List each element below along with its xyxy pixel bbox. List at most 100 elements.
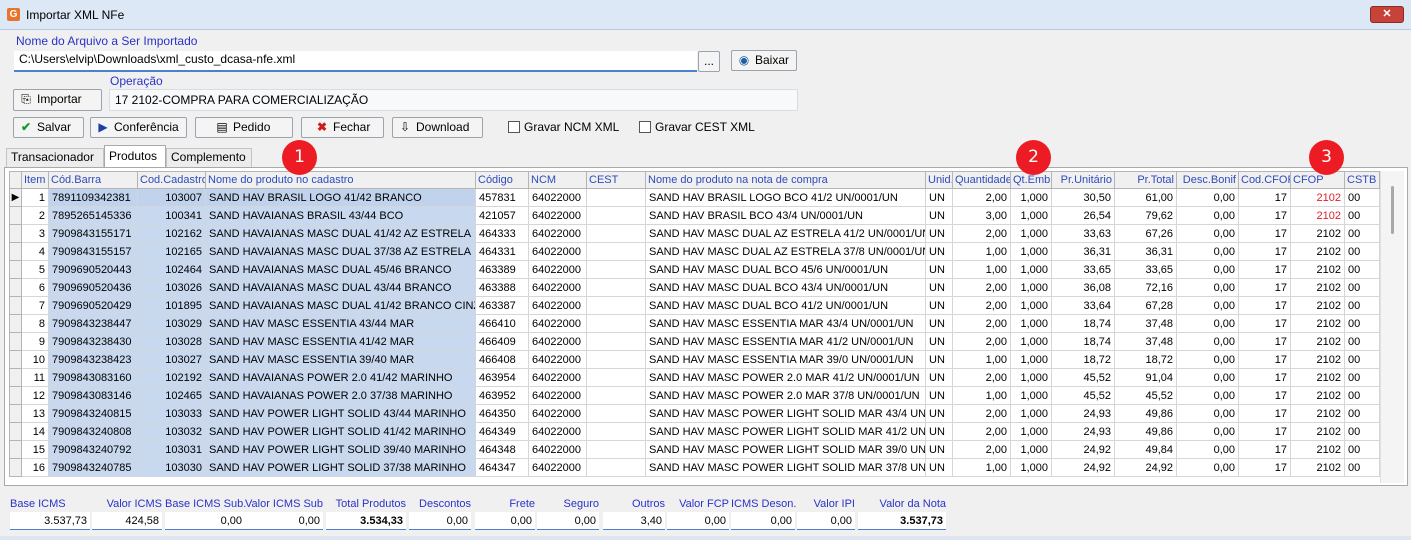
table-cell[interactable]: 6	[21, 278, 49, 297]
table-cell[interactable]: 26,54	[1051, 206, 1115, 225]
table-cell[interactable]: 33,65	[1051, 260, 1115, 279]
total-value-field[interactable]: 0,00	[537, 512, 599, 530]
table-cell[interactable]: UN	[925, 224, 953, 243]
table-cell[interactable]: 17	[1238, 440, 1291, 459]
importar-button[interactable]: ⎘ Importar	[13, 89, 102, 111]
table-row[interactable]: 16 7909843240785 103030 SAND HAV POWER LIGH…	[9, 458, 1380, 477]
table-cell[interactable]: 1,000	[1010, 350, 1052, 369]
table-cell[interactable]: 1,000	[1010, 386, 1052, 405]
row-indicator[interactable]	[9, 350, 22, 369]
table-cell[interactable]: 00	[1344, 260, 1380, 279]
table-cell[interactable]: 0,00	[1176, 314, 1239, 333]
table-cell[interactable]: 61,00	[1114, 188, 1177, 207]
table-cell[interactable]: 5	[21, 260, 49, 279]
gravar-ncm-checkbox[interactable]: Gravar NCM XML	[508, 120, 619, 134]
table-row[interactable]: ▶ 1 7891109342381 103007 SAND HAV BRASIL LOG…	[9, 188, 1380, 207]
table-cell[interactable]: UN	[925, 404, 953, 423]
table-cell[interactable]: UN	[925, 440, 953, 459]
table-cell[interactable]: SAND HAV MASC DUAL AZ ESTRELA 41/2 UN/00…	[645, 224, 926, 243]
table-cell[interactable]: 00	[1344, 296, 1380, 315]
table-cell[interactable]: 103026	[137, 278, 206, 297]
column-header[interactable]: CFOP	[1290, 171, 1345, 189]
table-cell[interactable]: 3	[21, 224, 49, 243]
tab-produtos[interactable]: Produtos	[104, 145, 166, 168]
table-cell[interactable]: SAND HAV MASC DUAL BCO 45/6 UN/0001/UN	[645, 260, 926, 279]
table-cell[interactable]: 67,28	[1114, 296, 1177, 315]
table-cell[interactable]: 2102	[1290, 314, 1345, 333]
table-cell[interactable]: 7909843240792	[48, 440, 138, 459]
gravar-cest-checkbox[interactable]: Gravar CEST XML	[639, 120, 755, 134]
table-cell[interactable]: SAND HAV MASC DUAL BCO 41/2 UN/0001/UN	[645, 296, 926, 315]
table-cell[interactable]	[586, 422, 646, 441]
total-value-field[interactable]: 0,00	[245, 512, 323, 530]
table-cell[interactable]: 17	[1238, 242, 1291, 261]
table-cell[interactable]: 2,00	[952, 332, 1011, 351]
total-value-field[interactable]: 0,00	[475, 512, 535, 530]
table-cell[interactable]: 12	[21, 386, 49, 405]
conferencia-button[interactable]: ▶ Conferência	[90, 117, 187, 138]
table-row[interactable]: 8 7909843238447 103029 SAND HAV MASC ESSENT…	[9, 314, 1380, 333]
baixar-button[interactable]: ◉ Baixar	[731, 50, 797, 71]
table-cell[interactable]: SAND HAV POWER LIGHT SOLID 39/40 MARINHO	[205, 440, 476, 459]
table-cell[interactable]: 2102	[1290, 188, 1345, 207]
table-cell[interactable]: UN	[925, 242, 953, 261]
row-indicator[interactable]	[9, 422, 22, 441]
table-cell[interactable]: 103033	[137, 404, 206, 423]
table-cell[interactable]: 103029	[137, 314, 206, 333]
table-cell[interactable]: 17	[1238, 278, 1291, 297]
table-cell[interactable]: 421057	[475, 206, 529, 225]
download-button[interactable]: ⇩ Download	[392, 117, 483, 138]
row-indicator[interactable]	[9, 440, 22, 459]
table-cell[interactable]: 1,000	[1010, 206, 1052, 225]
row-indicator[interactable]	[9, 404, 22, 423]
table-cell[interactable]: 0,00	[1176, 332, 1239, 351]
tab-complemento[interactable]: Complemento	[166, 148, 252, 167]
table-cell[interactable]: 103030	[137, 458, 206, 477]
table-cell[interactable]: 7909843083160	[48, 368, 138, 387]
table-cell[interactable]: UN	[925, 368, 953, 387]
table-cell[interactable]: 00	[1344, 278, 1380, 297]
table-cell[interactable]: 10	[21, 350, 49, 369]
column-header[interactable]: Quantidade	[952, 171, 1011, 189]
fechar-button[interactable]: ✖ Fechar	[301, 117, 384, 138]
table-cell[interactable]: 102162	[137, 224, 206, 243]
table-cell[interactable]	[586, 188, 646, 207]
table-cell[interactable]: 0,00	[1176, 188, 1239, 207]
table-cell[interactable]: 1,000	[1010, 332, 1052, 351]
column-header[interactable]: Cod.Cadastro	[137, 171, 206, 189]
table-cell[interactable]: 1,000	[1010, 224, 1052, 243]
table-cell[interactable]: 1,00	[952, 350, 1011, 369]
table-cell[interactable]: 7909690520429	[48, 296, 138, 315]
table-cell[interactable]: 101895	[137, 296, 206, 315]
table-cell[interactable]: 2102	[1290, 440, 1345, 459]
table-cell[interactable]: 00	[1344, 224, 1380, 243]
row-indicator[interactable]	[9, 332, 22, 351]
table-cell[interactable]: UN	[925, 350, 953, 369]
table-cell[interactable]: 17	[1238, 458, 1291, 477]
table-cell[interactable]: 1,000	[1010, 440, 1052, 459]
table-cell[interactable]: 2	[21, 206, 49, 225]
table-row[interactable]: 10 7909843238423 103027 SAND HAV MASC ESSEN…	[9, 350, 1380, 369]
table-cell[interactable]: 79,62	[1114, 206, 1177, 225]
table-cell[interactable]: 2,00	[952, 296, 1011, 315]
table-cell[interactable]: 2102	[1290, 296, 1345, 315]
table-cell[interactable]: 13	[21, 404, 49, 423]
table-cell[interactable]: 3,00	[952, 206, 1011, 225]
table-row[interactable]: 12 7909843083146 102465 SAND HAVAIANAS POWE…	[9, 386, 1380, 405]
table-cell[interactable]: 00	[1344, 440, 1380, 459]
table-row[interactable]: 11 7909843083160 102192 SAND HAVAIANAS POWE…	[9, 368, 1380, 387]
table-cell[interactable]: 2102	[1290, 404, 1345, 423]
checkbox-box[interactable]	[508, 121, 520, 133]
table-cell[interactable]: 36,31	[1114, 242, 1177, 261]
table-cell[interactable]: 17	[1238, 224, 1291, 243]
table-cell[interactable]: 7891109342381	[48, 188, 138, 207]
row-indicator[interactable]	[9, 458, 22, 477]
table-cell[interactable]: 457831	[475, 188, 529, 207]
table-cell[interactable]: 17	[1238, 386, 1291, 405]
table-cell[interactable]: 64022000	[528, 224, 587, 243]
table-cell[interactable]: SAND HAV POWER LIGHT SOLID 37/38 MARINHO	[205, 458, 476, 477]
table-cell[interactable]: SAND HAV BRASIL LOGO 41/42 BRANCO	[205, 188, 476, 207]
table-cell[interactable]: SAND HAVAIANAS MASC DUAL 37/38 AZ ESTREL…	[205, 242, 476, 261]
table-cell[interactable]: 7909843238447	[48, 314, 138, 333]
table-cell[interactable]: 2102	[1290, 224, 1345, 243]
